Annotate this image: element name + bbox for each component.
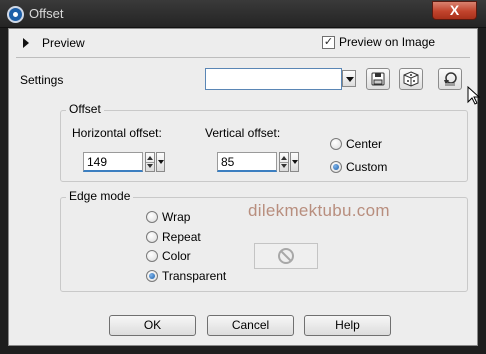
dice-icon <box>403 71 419 87</box>
preview-on-image-checkbox[interactable]: ✓ <box>322 36 335 49</box>
app-icon <box>7 6 24 23</box>
randomize-button[interactable] <box>399 68 423 90</box>
horizontal-offset-label: Horizontal offset: <box>72 126 162 140</box>
title-bar <box>0 0 486 28</box>
custom-radio[interactable] <box>330 161 342 173</box>
horizontal-offset-spinner[interactable] <box>145 152 155 172</box>
color-label[interactable]: Color <box>162 249 191 263</box>
settings-label: Settings <box>20 73 64 87</box>
save-icon <box>371 72 385 86</box>
color-radio[interactable] <box>146 250 158 262</box>
vertical-offset-spinner[interactable] <box>279 152 289 172</box>
vertical-offset-label: Vertical offset: <box>205 126 281 140</box>
window-title: Offset <box>29 6 64 21</box>
vertical-offset-dropdown[interactable] <box>290 152 299 172</box>
wrap-label[interactable]: Wrap <box>162 210 190 224</box>
center-label[interactable]: Center <box>346 137 382 151</box>
disabled-icon <box>278 248 294 264</box>
mouse-cursor-icon <box>467 86 481 105</box>
vertical-offset-input[interactable]: 85 <box>217 152 277 172</box>
settings-dropdown-arrow[interactable] <box>342 70 356 87</box>
preview-on-image-label[interactable]: Preview on Image <box>339 35 435 49</box>
expand-triangle-icon[interactable] <box>22 38 30 48</box>
preview-label[interactable]: Preview <box>42 36 85 50</box>
close-button[interactable]: X <box>432 1 477 20</box>
offset-group-legend: Offset <box>66 102 104 116</box>
reset-button[interactable] <box>438 68 462 90</box>
wrap-radio[interactable] <box>146 211 158 223</box>
settings-combobox[interactable] <box>205 68 342 90</box>
edge-mode-legend: Edge mode <box>66 189 134 203</box>
repeat-label[interactable]: Repeat <box>162 230 201 244</box>
horizontal-offset-dropdown[interactable] <box>156 152 165 172</box>
transparent-radio[interactable] <box>146 270 158 282</box>
ok-button[interactable]: OK <box>109 315 196 336</box>
horizontal-offset-input[interactable]: 149 <box>83 152 143 172</box>
help-button[interactable]: Help <box>304 315 391 336</box>
transparent-label[interactable]: Transparent <box>162 269 226 283</box>
edge-color-swatch[interactable] <box>254 243 318 269</box>
center-radio[interactable] <box>330 138 342 150</box>
custom-label[interactable]: Custom <box>346 160 387 174</box>
reset-icon <box>444 72 457 86</box>
save-preset-button[interactable] <box>366 68 390 90</box>
divider <box>16 57 470 58</box>
watermark-text: dilekmektubu.com <box>248 201 390 220</box>
repeat-radio[interactable] <box>146 231 158 243</box>
cancel-button[interactable]: Cancel <box>207 315 294 336</box>
